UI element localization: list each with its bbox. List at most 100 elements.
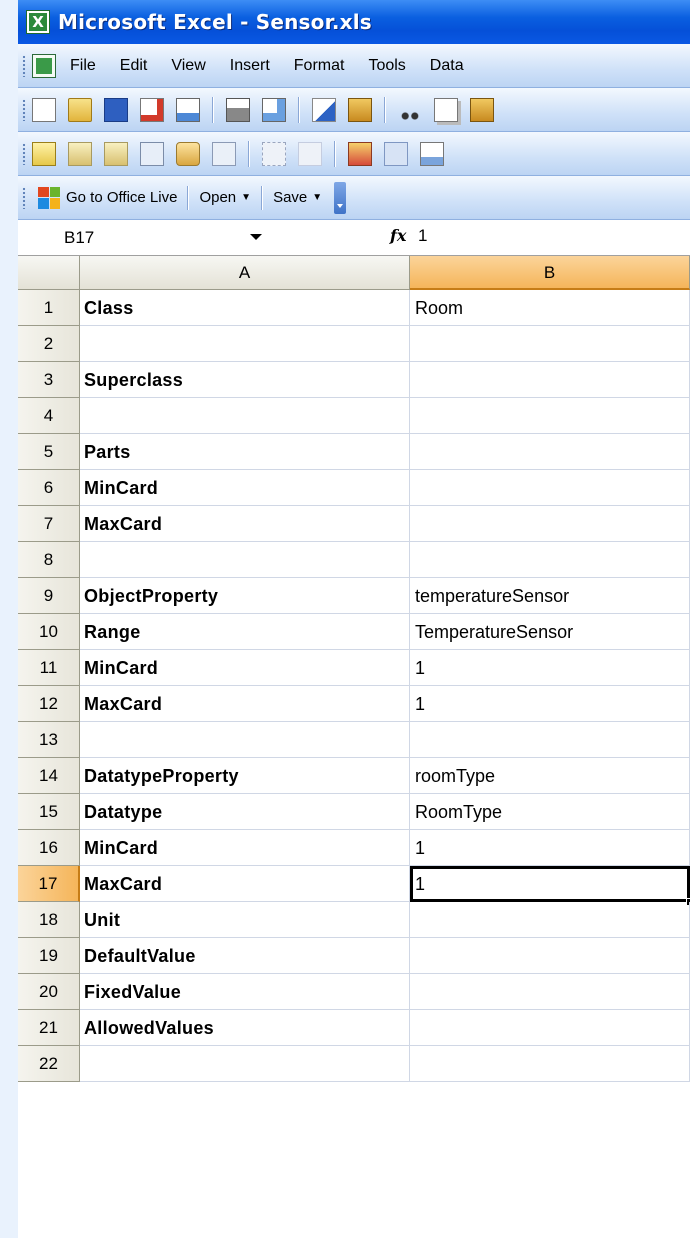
row-header[interactable]: 9	[18, 578, 80, 614]
select-all-corner[interactable]	[18, 256, 80, 290]
ink-annotations-icon[interactable]	[262, 141, 286, 166]
row-header[interactable]: 12	[18, 686, 80, 722]
cell-a[interactable]: Datatype	[80, 794, 410, 830]
cell-b[interactable]: 1	[410, 650, 690, 686]
cell-b[interactable]	[410, 506, 690, 542]
cell-a[interactable]	[80, 542, 410, 578]
row-header[interactable]: 20	[18, 974, 80, 1010]
column-header-a[interactable]: A	[80, 256, 410, 290]
cell-a[interactable]: AllowedValues	[80, 1010, 410, 1046]
cell-a[interactable]: Class	[80, 290, 410, 326]
row-header[interactable]: 16	[18, 830, 80, 866]
delete-comment-icon[interactable]	[212, 141, 236, 166]
cell-a[interactable]: Range	[80, 614, 410, 650]
previous-comment-icon[interactable]	[68, 141, 92, 166]
cell-a[interactable]	[80, 326, 410, 362]
cell-a[interactable]: FixedValue	[80, 974, 410, 1010]
cell-b[interactable]	[410, 362, 690, 398]
open-dropdown-button[interactable]: Open ▼	[193, 189, 257, 206]
insert-function-icon[interactable]: fx	[390, 226, 406, 245]
cell-b[interactable]	[410, 1046, 690, 1082]
row-header[interactable]: 13	[18, 722, 80, 758]
send-for-review-icon[interactable]	[420, 141, 444, 166]
cell-b[interactable]	[410, 542, 690, 578]
row-header[interactable]: 19	[18, 938, 80, 974]
row-header[interactable]: 17	[18, 866, 80, 902]
formula-input[interactable]: 1	[418, 226, 427, 246]
row-header[interactable]: 10	[18, 614, 80, 650]
excel-app-icon[interactable]	[26, 10, 50, 34]
cell-b[interactable]: roomType	[410, 758, 690, 794]
menu-tools[interactable]: Tools	[368, 57, 405, 75]
open-folder-icon[interactable]	[68, 97, 92, 122]
row-header[interactable]: 7	[18, 506, 80, 542]
cell-b[interactable]	[410, 938, 690, 974]
cell-b[interactable]: TemperatureSensor	[410, 614, 690, 650]
permission-icon[interactable]	[140, 97, 164, 122]
name-box[interactable]: B17	[18, 223, 238, 253]
cell-b[interactable]: RoomType	[410, 794, 690, 830]
save-dropdown-button[interactable]: Save ▼	[267, 189, 328, 206]
cell-a[interactable]	[80, 398, 410, 434]
column-header-b[interactable]: B	[410, 256, 690, 290]
cell-b[interactable]	[410, 470, 690, 506]
row-header[interactable]: 15	[18, 794, 80, 830]
row-header[interactable]: 14	[18, 758, 80, 794]
menu-file[interactable]: File	[70, 57, 96, 75]
save-disk-icon[interactable]	[104, 97, 128, 122]
toolbar-grip[interactable]	[22, 98, 26, 121]
cell-a[interactable]: Parts	[80, 434, 410, 470]
cut-icon[interactable]	[398, 97, 422, 122]
email-icon[interactable]	[176, 97, 200, 122]
cell-a[interactable]: DatatypeProperty	[80, 758, 410, 794]
row-header[interactable]: 6	[18, 470, 80, 506]
row-header[interactable]: 5	[18, 434, 80, 470]
cell-a[interactable]: DefaultValue	[80, 938, 410, 974]
selected-cell[interactable]: 1	[410, 866, 690, 902]
cell-b[interactable]	[410, 326, 690, 362]
row-header[interactable]: 4	[18, 398, 80, 434]
row-header[interactable]: 3	[18, 362, 80, 398]
protect-sheet-icon[interactable]	[384, 141, 408, 166]
row-header[interactable]: 22	[18, 1046, 80, 1082]
row-header[interactable]: 8	[18, 542, 80, 578]
menu-format[interactable]: Format	[294, 57, 345, 75]
delete-ink-icon[interactable]	[298, 141, 322, 166]
cell-b[interactable]: 1	[410, 686, 690, 722]
cell-a[interactable]: MinCard	[80, 470, 410, 506]
menu-data[interactable]: Data	[430, 57, 464, 75]
cell-a[interactable]: Unit	[80, 902, 410, 938]
row-header[interactable]: 11	[18, 650, 80, 686]
go-to-office-live-button[interactable]: Go to Office Live	[32, 186, 183, 209]
menu-insert[interactable]: Insert	[230, 57, 270, 75]
cell-a[interactable]: ObjectProperty	[80, 578, 410, 614]
cell-a[interactable]: Superclass	[80, 362, 410, 398]
new-comment-icon[interactable]	[32, 141, 56, 166]
cell-b[interactable]	[410, 722, 690, 758]
cell-b[interactable]	[410, 974, 690, 1010]
show-comment-icon[interactable]	[140, 141, 164, 166]
cell-b[interactable]: 1	[410, 830, 690, 866]
cell-a[interactable]: MaxCard	[80, 866, 410, 902]
workbook-icon[interactable]	[32, 53, 56, 78]
toolbar-grip[interactable]	[22, 186, 26, 209]
name-box-dropdown-icon[interactable]	[250, 234, 262, 240]
menu-grip[interactable]	[22, 54, 26, 77]
print-icon[interactable]	[226, 97, 250, 122]
cell-b[interactable]: temperatureSensor	[410, 578, 690, 614]
row-header[interactable]: 21	[18, 1010, 80, 1046]
cell-a[interactable]: MaxCard	[80, 686, 410, 722]
cell-b[interactable]	[410, 434, 690, 470]
row-header[interactable]: 1	[18, 290, 80, 326]
menu-view[interactable]: View	[171, 57, 205, 75]
menu-edit[interactable]: Edit	[120, 57, 148, 75]
toolbar-grip[interactable]	[22, 142, 26, 165]
cell-b[interactable]: Room	[410, 290, 690, 326]
row-header[interactable]: 18	[18, 902, 80, 938]
cell-a[interactable]: MinCard	[80, 650, 410, 686]
show-all-comments-icon[interactable]	[176, 141, 200, 166]
paste-icon[interactable]	[470, 97, 494, 122]
next-comment-icon[interactable]	[104, 141, 128, 166]
track-changes-icon[interactable]	[348, 141, 372, 166]
cell-b[interactable]	[410, 398, 690, 434]
